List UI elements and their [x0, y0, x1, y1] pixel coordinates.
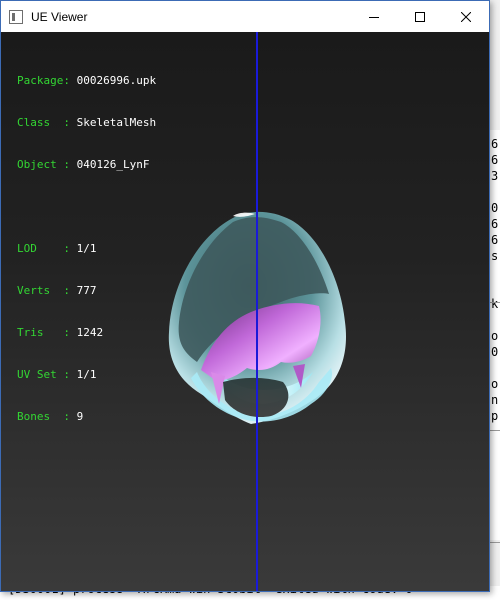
uvset-value: 1/1: [76, 368, 97, 381]
minimize-button[interactable]: [351, 1, 397, 32]
maximize-icon: [415, 11, 425, 22]
vertical-axis-line: [256, 32, 258, 591]
package-value: 00026996.upk: [76, 74, 157, 87]
bg-char: 6: [491, 137, 499, 151]
ue-viewer-window[interactable]: UE Viewer Package: 00026996.upk Class: …: [0, 0, 490, 592]
maximize-button[interactable]: [397, 1, 443, 32]
bg-char: s: [491, 249, 499, 263]
bg-char: 6: [491, 233, 499, 247]
bg-char: p: [491, 409, 499, 423]
3d-viewport[interactable]: Package: 00026996.upk Class : SkeletalMe…: [1, 32, 489, 591]
bg-char: 3: [491, 169, 499, 183]
object-value: 040126_LynF: [76, 158, 150, 171]
bones-value: 9: [76, 410, 84, 423]
package-label: Package: [17, 74, 64, 87]
app-window-icon: [9, 9, 23, 24]
lod-value: 1/1: [76, 242, 97, 255]
tris-label: Tris: [17, 326, 64, 339]
minimize-icon: [369, 16, 379, 18]
bg-char: o: [491, 377, 499, 391]
bg-char: 6: [491, 153, 499, 167]
tris-value: 1242: [76, 326, 104, 339]
window-title: UE Viewer: [31, 9, 88, 24]
verts-label: Verts: [17, 284, 64, 297]
close-icon: [461, 11, 471, 22]
bg-char: 0: [491, 345, 499, 359]
close-button[interactable]: [443, 1, 489, 32]
object-label: Object: [17, 158, 64, 171]
bg-char: o: [491, 329, 499, 343]
bg-char: 6: [491, 217, 499, 231]
uvset-label: UV Set: [17, 368, 64, 381]
class-value: SkeletalMesh: [76, 116, 157, 129]
lod-label: LOD: [17, 242, 64, 255]
title-bar[interactable]: UE Viewer: [1, 1, 489, 32]
verts-value: 777: [76, 284, 97, 297]
mesh-info-overlay: Package: 00026996.upk Class : SkeletalMe…: [17, 74, 157, 423]
class-label: Class: [17, 116, 64, 129]
bg-char: n: [491, 393, 499, 407]
bg-char: k: [491, 297, 499, 311]
bones-label: Bones: [17, 410, 64, 423]
bg-char: 0: [491, 201, 499, 215]
